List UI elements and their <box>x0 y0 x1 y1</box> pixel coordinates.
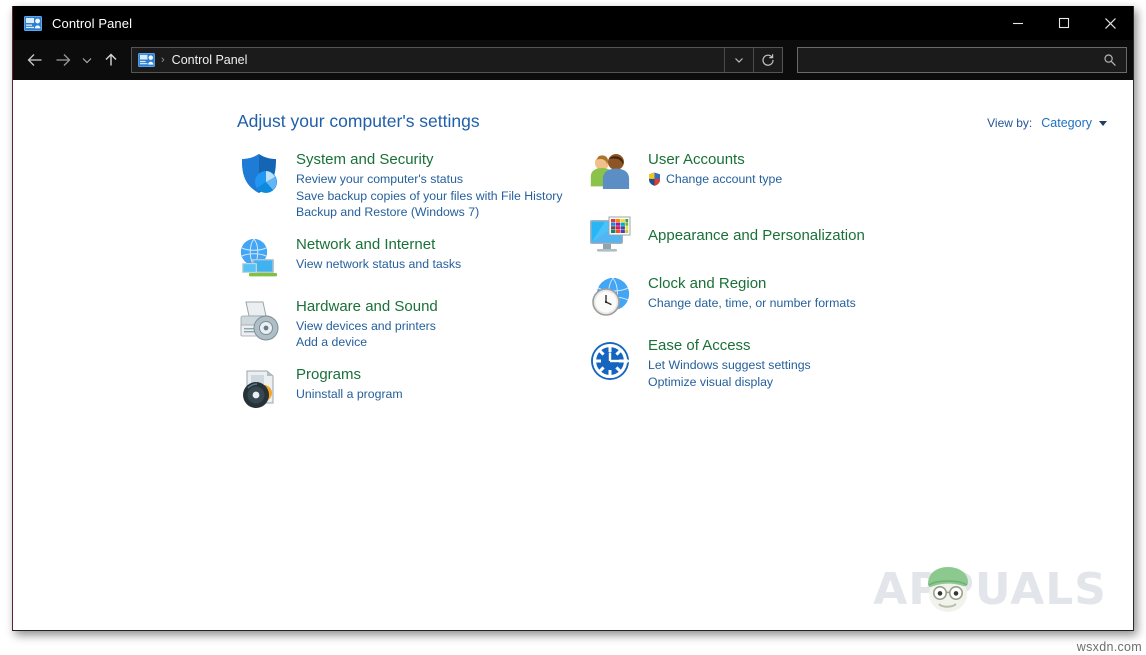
category-system-and-security[interactable]: System and Security Review your computer… <box>235 150 635 221</box>
category-programs[interactable]: Programs Uninstall a program <box>235 365 635 413</box>
category-links: View devices and printers Add a device <box>296 318 438 351</box>
refresh-button[interactable] <box>753 48 782 72</box>
minimize-button[interactable] <box>995 6 1041 40</box>
category-links: Change date, time, or number formats <box>648 295 856 312</box>
watermark-text: APPUALS <box>873 564 1107 615</box>
address-bar[interactable]: › Control Panel <box>131 47 783 73</box>
category-link[interactable]: Change date, time, or number formats <box>648 295 856 312</box>
back-button[interactable] <box>21 46 49 74</box>
category-link[interactable]: Uninstall a program <box>296 386 403 403</box>
view-by-control[interactable]: View by: Category <box>987 116 1107 130</box>
page-title: Adjust your computer's settings <box>237 111 480 131</box>
category-link-label: Change account type <box>666 172 783 186</box>
category-link[interactable]: Save backup copies of your files with Fi… <box>296 188 563 205</box>
category-links: View network status and tasks <box>296 256 461 273</box>
category-title[interactable]: Hardware and Sound <box>296 297 438 317</box>
close-button[interactable] <box>1087 6 1133 40</box>
navigation-toolbar: › Control Panel <box>13 40 1133 80</box>
category-body: Network and Internet View network status… <box>296 235 461 273</box>
category-title[interactable]: Programs <box>296 365 403 385</box>
category-body: Programs Uninstall a program <box>296 365 403 403</box>
ease-of-access-icon <box>587 336 635 384</box>
title-bar[interactable]: Control Panel <box>13 6 1133 40</box>
category-title[interactable]: Ease of Access <box>648 336 811 356</box>
category-links: Let Windows suggest settings Optimize vi… <box>648 357 811 390</box>
appearance-monitor-icon <box>587 212 635 260</box>
screenshot-root: Control Panel › Control Panel Adjust you… <box>0 0 1146 655</box>
category-links: Uninstall a program <box>296 386 403 403</box>
printer-hardware-icon <box>235 297 283 345</box>
category-link[interactable]: Backup and Restore (Windows 7) <box>296 204 563 221</box>
category-title[interactable]: Clock and Region <box>648 274 856 294</box>
category-links: Review your computer's status Save backu… <box>296 171 563 221</box>
user-accounts-icon <box>587 150 635 198</box>
content-header: Adjust your computer's settings View by:… <box>237 111 1107 132</box>
shield-security-icon <box>235 150 283 198</box>
category-body: Hardware and Sound View devices and prin… <box>296 297 438 351</box>
category-appearance-and-personalization[interactable]: Appearance and Personalization <box>587 212 987 260</box>
right-column: User Accounts Change account type Appear… <box>587 150 987 404</box>
window-controls <box>995 6 1133 40</box>
category-hardware-and-sound[interactable]: Hardware and Sound View devices and prin… <box>235 297 635 351</box>
category-body: User Accounts Change account type <box>648 150 782 188</box>
network-globe-icon <box>235 235 283 283</box>
category-link[interactable]: View network status and tasks <box>296 256 461 273</box>
appuals-mascot-icon <box>917 558 979 625</box>
search-box[interactable] <box>797 47 1127 73</box>
category-link[interactable]: View devices and printers <box>296 318 438 335</box>
view-by-value[interactable]: Category <box>1041 116 1092 130</box>
category-body: System and Security Review your computer… <box>296 150 563 221</box>
category-link[interactable]: Review your computer's status <box>296 171 563 188</box>
programs-disc-icon <box>235 365 283 413</box>
category-body: Clock and Region Change date, time, or n… <box>648 274 856 312</box>
category-links: Change account type <box>648 171 782 188</box>
control-panel-icon <box>24 15 42 31</box>
chevron-down-icon[interactable] <box>1099 120 1107 126</box>
clock-region-icon <box>587 274 635 322</box>
category-title[interactable]: Appearance and Personalization <box>648 212 865 260</box>
category-user-accounts[interactable]: User Accounts Change account type <box>587 150 987 198</box>
category-body: Ease of Access Let Windows suggest setti… <box>648 336 811 390</box>
watermark: APPUALS <box>873 564 1107 615</box>
maximize-button[interactable] <box>1041 6 1087 40</box>
address-dropdown-button[interactable] <box>724 48 753 72</box>
uac-shield-icon <box>648 172 661 187</box>
window-title: Control Panel <box>52 15 133 31</box>
forward-button[interactable] <box>49 46 77 74</box>
site-watermark: wsxdn.com <box>1076 640 1142 654</box>
category-body: Appearance and Personalization <box>648 212 865 260</box>
view-by-label: View by: <box>987 116 1033 130</box>
category-ease-of-access[interactable]: Ease of Access Let Windows suggest setti… <box>587 336 987 390</box>
content-area: Adjust your computer's settings View by:… <box>13 80 1133 629</box>
category-network-and-internet[interactable]: Network and Internet View network status… <box>235 235 635 283</box>
category-title[interactable]: Network and Internet <box>296 235 461 255</box>
search-input[interactable] <box>798 52 1103 68</box>
recent-locations-button[interactable] <box>77 46 97 74</box>
category-link[interactable]: Change account type <box>648 171 782 188</box>
category-link[interactable]: Optimize visual display <box>648 374 811 391</box>
left-column: System and Security Review your computer… <box>235 150 635 427</box>
control-panel-window: Control Panel › Control Panel Adjust you… <box>12 6 1134 631</box>
breadcrumb-control-panel-icon <box>138 53 155 67</box>
category-title[interactable]: System and Security <box>296 150 563 170</box>
category-clock-and-region[interactable]: Clock and Region Change date, time, or n… <box>587 274 987 322</box>
category-title[interactable]: User Accounts <box>648 150 782 170</box>
category-link[interactable]: Let Windows suggest settings <box>648 357 811 374</box>
breadcrumb-control-panel[interactable]: Control Panel <box>172 53 248 67</box>
breadcrumb-separator: › <box>161 54 165 66</box>
up-button[interactable] <box>97 46 125 74</box>
search-icon[interactable] <box>1103 53 1117 67</box>
category-link[interactable]: Add a device <box>296 334 438 351</box>
